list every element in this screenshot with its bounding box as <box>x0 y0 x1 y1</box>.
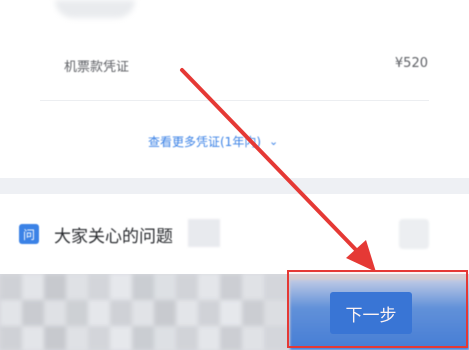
blurred-content <box>55 0 135 18</box>
view-more-vouchers-link[interactable]: 查看更多凭证(1年内) ⌄ <box>148 133 278 150</box>
pixelated-content <box>0 300 290 326</box>
voucher-amount: ¥520 <box>394 56 428 71</box>
section-separator <box>0 178 469 194</box>
blurred-content <box>188 219 220 247</box>
row-divider <box>40 100 429 101</box>
annotation-highlight-box <box>287 270 468 348</box>
faq-section[interactable]: 问 大家关心的问题 <box>0 194 469 274</box>
chevron-down-icon: ⌄ <box>269 135 279 148</box>
voucher-label: 机票款凭证 <box>64 60 130 75</box>
blurred-content <box>399 219 429 249</box>
voucher-card: 机票款凭证 ¥520 查看更多凭证(1年内) ⌄ <box>0 0 469 178</box>
question-icon: 问 <box>19 224 39 244</box>
view-more-label: 查看更多凭证(1年内) <box>148 135 261 149</box>
faq-title: 大家关心的问题 <box>54 227 173 247</box>
